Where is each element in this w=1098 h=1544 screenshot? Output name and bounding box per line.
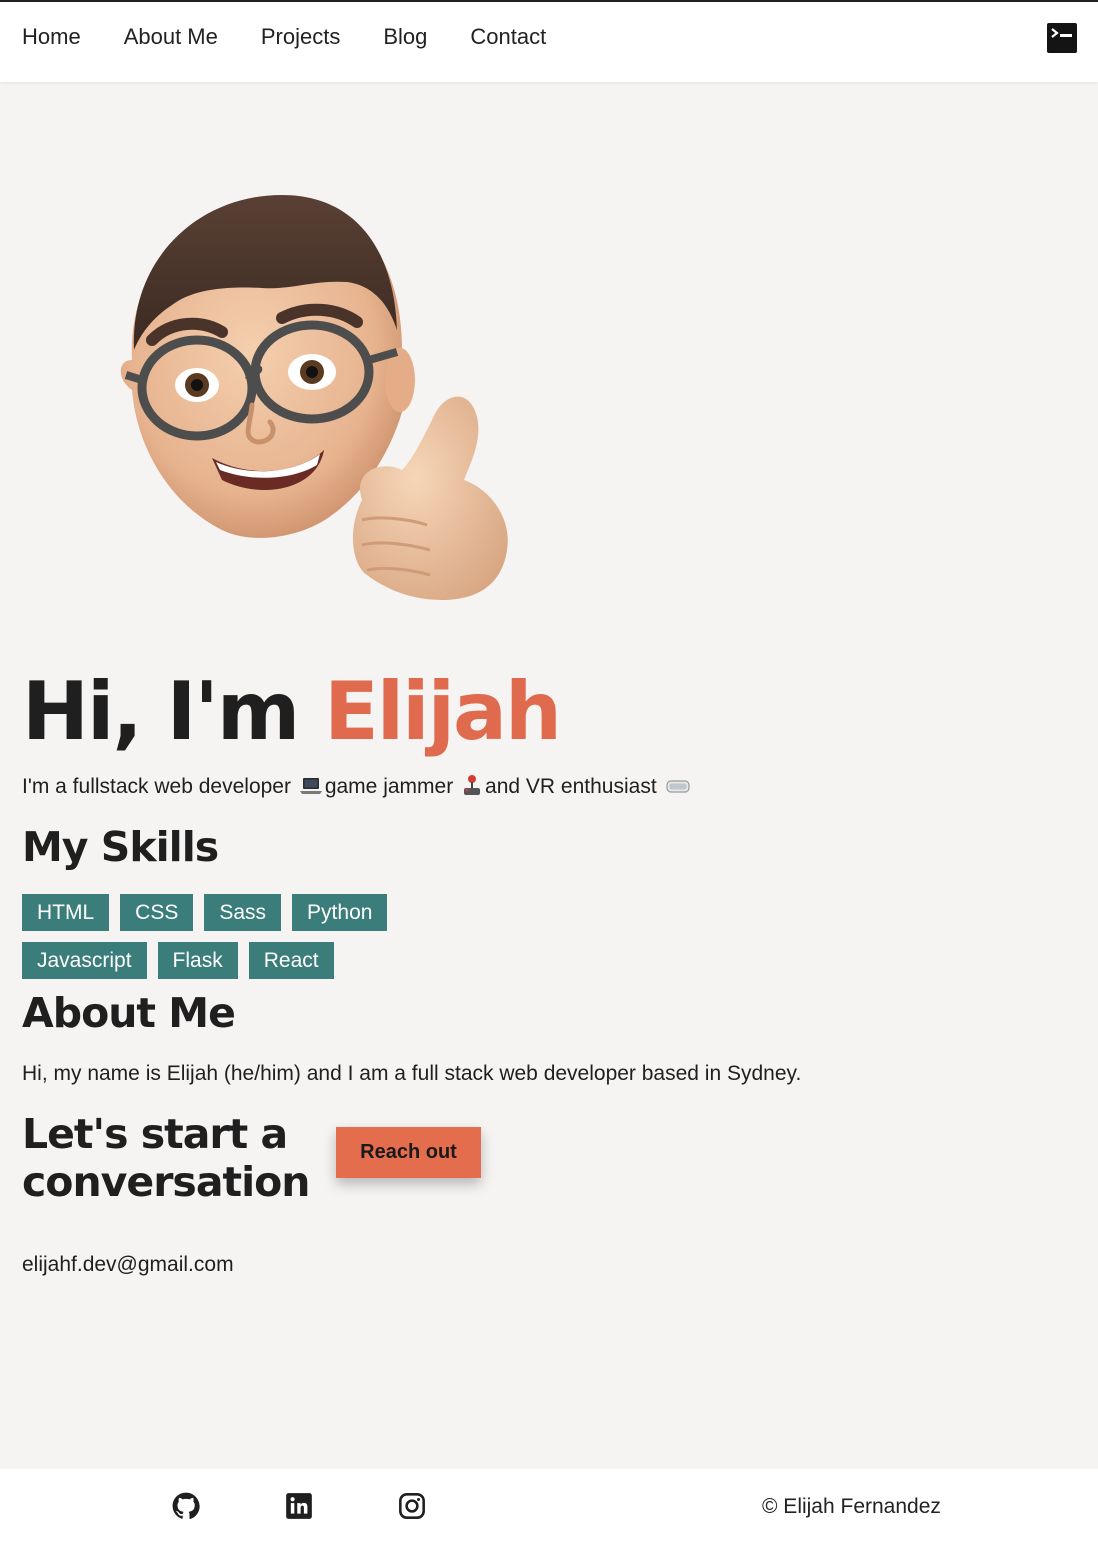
hero-tagline: I'm a fullstack web developer game jamme… [22,773,693,804]
hero-title: Hi, I'm Elijah [22,660,562,764]
skill-tag-javascript: Javascript [22,942,147,979]
about-title: About Me [22,989,236,1037]
vr-goggles-icon [665,776,690,804]
nav-link-home[interactable]: Home [22,24,81,50]
instagram-icon[interactable] [398,1492,426,1520]
tagline-part-2: game jammer [324,775,454,798]
skill-tag-react: React [248,942,334,979]
github-icon[interactable] [172,1492,200,1520]
nav-link-about-me[interactable]: About Me [124,24,218,50]
reach-out-button[interactable]: Reach out [336,1127,481,1178]
skill-tag-css: CSS [120,894,194,931]
nav-links: Home About Me Projects Blog Contact [22,24,589,50]
skill-tag-flask: Flask [157,942,238,979]
footer: © Elijah Fernandez [0,1469,1098,1544]
nav-link-blog[interactable]: Blog [383,24,427,50]
nav-link-contact[interactable]: Contact [470,24,546,50]
nav-link-projects[interactable]: Projects [261,24,340,50]
tagline-part-1: I'm a fullstack web developer [22,775,291,798]
joystick-icon [462,774,482,804]
copyright-text: © Elijah Fernandez [762,1495,941,1518]
skills-row-2: Javascript Flask React [22,942,345,979]
tagline-part-3: and VR enthusiast [485,775,657,798]
navbar: Home About Me Projects Blog Contact [0,2,1098,82]
terminal-icon[interactable] [1047,23,1077,53]
about-text: Hi, my name is Elijah (he/him) and I am … [22,1062,802,1085]
linkedin-icon[interactable] [285,1492,313,1520]
memoji-thumbs-up-avatar [112,190,532,610]
contact-title: Let's start a conversation [22,1110,311,1206]
hero-greeting: Hi, I'm [22,665,325,758]
laptop-icon [299,776,322,804]
skill-tag-html: HTML [22,894,110,931]
skill-tag-sass: Sass [204,894,282,931]
skills-title: My Skills [22,823,219,871]
skill-tag-python: Python [292,894,388,931]
email-link[interactable]: elijahf.dev@gmail.com [22,1251,234,1279]
skills-row-1: HTML CSS Sass Python [22,894,398,931]
hero-name: Elijah [324,665,562,758]
